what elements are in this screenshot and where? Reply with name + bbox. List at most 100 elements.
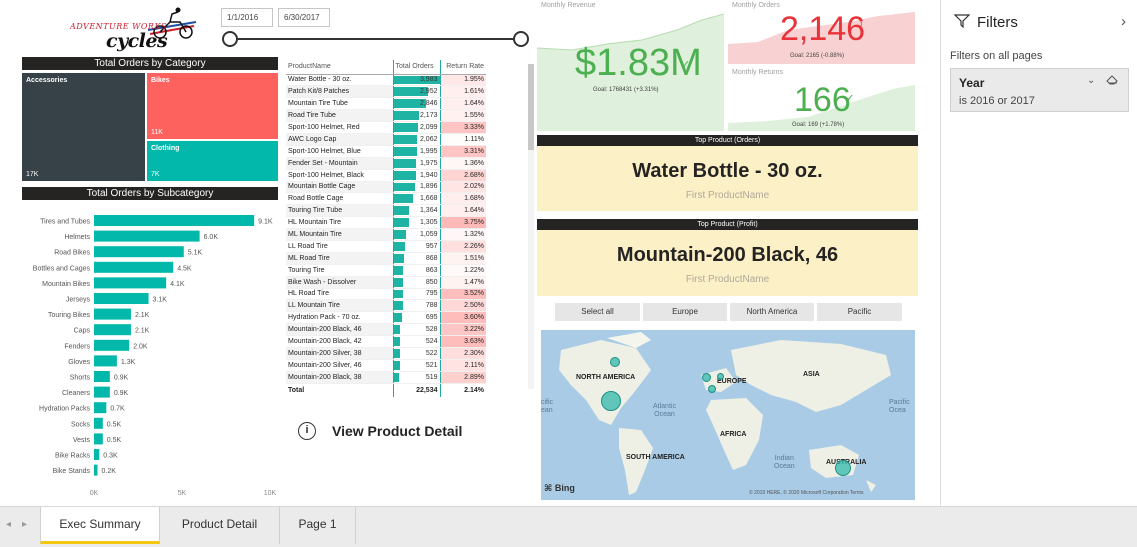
date-range-track[interactable] [230,38,522,40]
map-bubble-usa[interactable] [601,391,621,411]
table-row[interactable]: LL Road Tire 957 2.26% [286,240,486,253]
tab-exec-summary[interactable]: Exec Summary [40,507,160,544]
orders-value: 2,173 [419,112,438,120]
table-row[interactable]: Hydration Pack - 70 oz. 695 3.60% [286,311,486,325]
table-row[interactable]: Touring Tire 863 1.22% [286,264,486,277]
kpi-monthly-revenue[interactable]: Monthly Revenue $1.83M ✓ Goal: 1768431 (… [537,0,724,131]
continent-label: AFRICA [720,431,747,438]
bar-value-label: 0.5K [107,437,122,444]
table-row[interactable]: LL Mountain Tire 788 2.50% [286,299,486,313]
bar[interactable] [94,417,103,429]
table-row[interactable]: Sport-100 Helmet, Blue 1,995 3.31% [286,145,486,158]
bar[interactable] [94,386,110,398]
table-row[interactable]: ML Road Tire 868 1.51% [286,252,486,265]
table-row[interactable]: Mountain Bottle Cage 1,896 2.02% [286,181,486,194]
cell-product-name: Mountain-200 Black, 42 [286,335,393,348]
next-page-icon[interactable]: ▸ [22,519,27,530]
table-row[interactable]: Road Bottle Cage 1,668 1.68% [286,192,486,206]
table-row[interactable]: Fender Set - Mountain 1,975 1.36% [286,157,486,170]
treemap-tile-accessories[interactable]: Accessories 17K [22,73,145,181]
bar[interactable] [94,230,200,242]
region-pacific-button[interactable]: Pacific [817,303,902,321]
orders-value: 2,952 [419,88,438,96]
table-row[interactable]: AWC Logo Cap 2,062 1.11% [286,133,486,146]
bar[interactable] [94,464,98,476]
eraser-icon[interactable] [1106,75,1118,85]
table-row[interactable]: HL Mountain Tire 1,305 3.75% [286,216,486,230]
top-product-profit-card: Mountain-200 Black, 46 First ProductName [537,230,918,296]
table-row[interactable]: Mountain Tire Tube 2,846 1.64% [286,97,486,111]
map-bubble-france[interactable] [708,385,716,393]
previous-page-icon[interactable]: ◂ [6,519,11,530]
table-row[interactable]: Touring Tire Tube 1,364 1.64% [286,204,486,218]
table-row[interactable]: Bike Wash - Dissolver 850 1.47% [286,276,486,289]
bar[interactable] [94,246,184,258]
column-header-product[interactable]: ProductName [286,60,393,75]
start-date-input[interactable]: 1/1/2016 [221,8,273,27]
bar[interactable] [94,277,167,289]
kpi-goal: Goal: 1768431 (+3.31%) [593,87,659,93]
bar[interactable] [94,215,255,226]
column-header-return-rate[interactable]: Return Rate [440,60,486,75]
map-bubble-australia[interactable] [835,460,851,476]
chevron-down-icon[interactable]: ⌄ [1087,75,1095,86]
kpi-monthly-orders[interactable]: Monthly Orders 2,146 ! Goal: 2165 (-0.88… [728,0,915,64]
map-bubble-canada[interactable] [610,357,620,367]
table-row[interactable]: Patch Kit/8 Patches 2,952 1.61% [286,85,486,99]
view-product-detail-button[interactable]: i View Product Detail [298,420,462,442]
bar[interactable] [94,355,117,367]
continent-label: NORTH AMERICA [576,374,636,381]
filter-field-value: is 2016 or 2017 [959,95,1035,107]
top-product-orders-subtitle: First ProductName [685,190,770,201]
table-row[interactable]: ML Mountain Tire 1,059 1.32% [286,228,486,241]
bar[interactable] [94,293,149,304]
map-bubble-germany[interactable] [717,373,724,380]
table-row[interactable]: Mountain-200 Silver, 38 522 2.30% [286,347,486,360]
orders-value: 519 [425,373,438,381]
table-row[interactable]: Sport-100 Helmet, Black 1,940 2.68% [286,169,486,182]
kpi-monthly-returns[interactable]: Monthly Returns 166 ✓ Goal: 169 (+1.78%) [728,67,915,131]
bar-value-label: 0.2K [102,468,117,475]
tab-product-detail[interactable]: Product Detail [160,507,280,544]
table-row[interactable]: Mountain-200 Silver, 46 521 2.11% [286,359,486,372]
range-end-handle[interactable] [513,31,529,47]
table-scrollbar[interactable] [528,64,534,389]
cell-product-name: Patch Kit/8 Patches [286,85,393,99]
bing-logo: ⌘ Bing [544,483,575,493]
year-filter-card[interactable]: Year is 2016 or 2017 ⌄ [950,68,1129,112]
bar[interactable] [94,433,103,445]
end-date-input[interactable]: 6/30/2017 [278,8,330,27]
range-start-handle[interactable] [222,31,238,47]
bar[interactable] [94,324,131,336]
cell-product-name: Mountain-200 Black, 38 [286,371,393,384]
table-row[interactable]: Mountain-200 Black, 42 524 3.63% [286,335,486,348]
table-row[interactable]: Water Bottle - 30 oz. 3,983 1.95% [286,74,486,87]
bar[interactable] [94,308,131,320]
bar[interactable] [94,261,174,273]
table-row[interactable]: Road Tire Tube 2,173 1.55% [286,109,486,123]
column-header-orders[interactable]: Total Orders [392,60,441,75]
scrollbar-thumb[interactable] [528,64,534,150]
chevron-right-icon[interactable]: › [1121,13,1126,30]
table-row[interactable]: HL Road Tire 795 3.52% [286,288,486,301]
table-row[interactable]: Mountain-200 Black, 46 528 3.22% [286,323,486,337]
cell-return-rate: 1.55% [440,109,486,123]
bar-category-label: Jerseys [66,297,91,304]
bar[interactable] [94,371,110,382]
region-europe-button[interactable]: Europe [643,303,727,321]
sales-map[interactable]: NORTH AMERICA EUROPE ASIA AFRICA SOUTH A… [541,330,915,500]
region-select-all-button[interactable]: Select all [555,303,640,321]
cell-return-rate: 3.52% [440,288,486,301]
table-row[interactable]: Sport-100 Helmet, Red 2,099 3.33% [286,121,486,134]
bar[interactable] [94,402,107,414]
bar-value-label: 0.7K [110,406,125,413]
treemap-tile-clothing[interactable]: Clothing 7K [147,141,278,181]
bar[interactable] [94,339,130,351]
tab-page-1[interactable]: Page 1 [280,507,356,544]
bar[interactable] [94,449,100,460]
orders-value: 2,099 [419,124,438,131]
treemap-tile-bikes[interactable]: Bikes 11K [147,73,278,139]
region-north-america-button[interactable]: North America [730,303,814,321]
map-bubble-uk[interactable] [702,373,711,382]
table-row[interactable]: Mountain-200 Black, 38 519 2.89% [286,371,486,384]
